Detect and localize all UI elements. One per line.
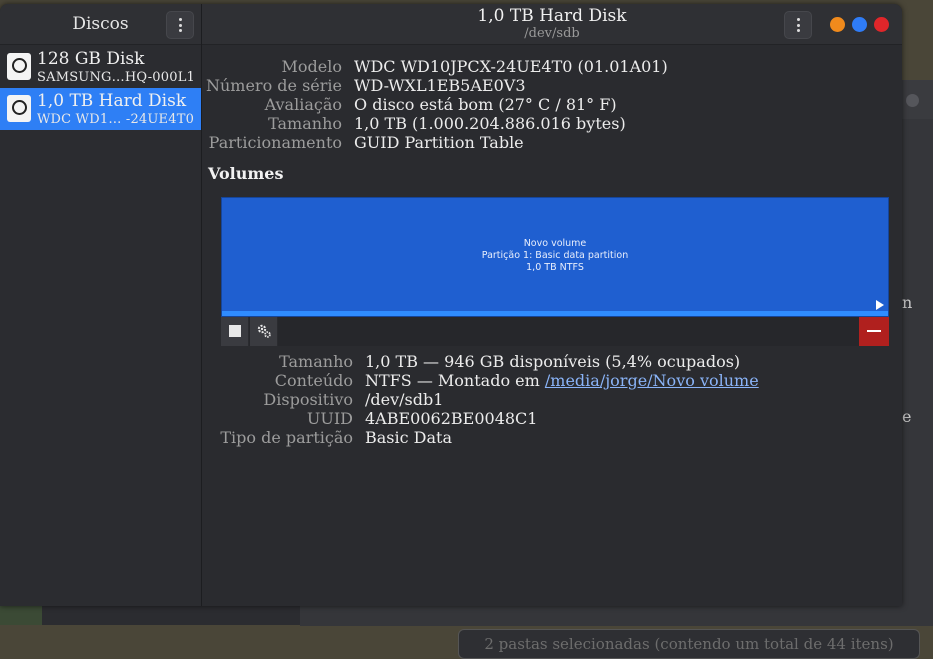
disk-list-item-selected[interactable]: 1,0 TB Hard Disk WDC WD1… -24UE4T0 bbox=[0, 88, 201, 130]
background-bottom-panel bbox=[42, 606, 300, 625]
uuid-label: UUID bbox=[306, 409, 353, 428]
hard-disk-icon bbox=[7, 95, 31, 122]
volume-size-fs: 1,0 TB NTFS bbox=[526, 262, 584, 273]
hard-disk-icon bbox=[7, 53, 31, 80]
stop-icon bbox=[229, 325, 241, 337]
assessment-label: Avaliação bbox=[264, 95, 342, 114]
volume-size-value: 1,0 TB — 946 GB disponíveis (5,4% ocupad… bbox=[365, 352, 741, 371]
vertical-dots-icon bbox=[797, 18, 800, 32]
background-status-bar: 2 pastas selecionadas (contendo um total… bbox=[458, 629, 920, 659]
background-window-control-icon bbox=[906, 94, 919, 107]
model-value: WDC WD10JPCX-24UE4T0 (01.01A01) bbox=[354, 57, 668, 76]
device-value: /dev/sdb1 bbox=[365, 390, 444, 409]
close-button[interactable] bbox=[874, 17, 889, 32]
sidebar-header: Discos bbox=[0, 4, 201, 45]
partitioning-value: GUID Partition Table bbox=[354, 133, 524, 152]
maximize-button[interactable] bbox=[852, 17, 867, 32]
assessment-value: O disco está bom (27° C / 81° F) bbox=[354, 95, 617, 114]
volume-partition-label: Partição 1: Basic data partition bbox=[481, 250, 629, 261]
disk-list-item[interactable]: 128 GB Disk SAMSUNG…HQ-000L1 bbox=[0, 46, 201, 88]
volume-map-partition[interactable]: Novo volume Partição 1: Basic data parti… bbox=[221, 197, 889, 317]
unmount-button[interactable] bbox=[221, 317, 249, 346]
disk-model: WDC WD1… -24UE4T0 bbox=[37, 112, 195, 127]
size-label: Tamanho bbox=[268, 114, 342, 133]
partitioning-label: Particionamento bbox=[208, 133, 342, 152]
partition-options-button[interactable] bbox=[250, 317, 278, 346]
disk-model: SAMSUNG…HQ-000L1 bbox=[37, 70, 196, 85]
content-value: NTFS — Montado em /media/jorge/Novo volu… bbox=[365, 371, 759, 390]
volume-usage-stripe bbox=[222, 311, 888, 316]
disk-name: 128 GB Disk bbox=[37, 49, 145, 69]
minimize-button[interactable] bbox=[830, 17, 845, 32]
serial-label: Número de série bbox=[205, 76, 342, 95]
play-icon bbox=[876, 300, 884, 310]
minus-icon bbox=[867, 330, 881, 332]
vertical-dots-icon bbox=[179, 18, 182, 32]
device-label: Dispositivo bbox=[263, 390, 353, 409]
content-label: Conteúdo bbox=[274, 371, 353, 390]
disk-details-pane: 1,0 TB Hard Disk /dev/sdb Modelo WDC WD1… bbox=[202, 4, 902, 606]
partition-type-label: Tipo de partição bbox=[220, 428, 353, 447]
volume-name: Novo volume bbox=[523, 238, 587, 249]
volumes-heading: Volumes bbox=[208, 164, 284, 183]
delete-partition-button[interactable] bbox=[859, 317, 889, 346]
sidebar: Discos 128 GB Disk SAMSUNG…HQ-000L1 1,0 … bbox=[0, 4, 202, 606]
background-text-fragment: e bbox=[902, 407, 912, 426]
partition-type-value: Basic Data bbox=[365, 428, 453, 447]
disks-window: Discos 128 GB Disk SAMSUNG…HQ-000L1 1,0 … bbox=[0, 4, 902, 606]
background-text-fragment: n bbox=[902, 293, 913, 312]
volume-size-label: Tamanho bbox=[279, 352, 353, 371]
volume-toolbar bbox=[221, 317, 889, 346]
serial-value: WD-WXL1EB5AE0V3 bbox=[354, 76, 526, 95]
model-label: Modelo bbox=[281, 57, 342, 76]
size-value: 1,0 TB (1.000.204.886.016 bytes) bbox=[354, 114, 626, 133]
mount-point-link[interactable]: /media/jorge/Novo volume bbox=[545, 371, 759, 390]
sidebar-menu-button[interactable] bbox=[166, 11, 194, 39]
gears-icon bbox=[257, 324, 271, 338]
uuid-value: 4ABE0062BE0048C1 bbox=[365, 409, 538, 428]
disk-name: 1,0 TB Hard Disk bbox=[37, 91, 187, 111]
header-bar: 1,0 TB Hard Disk /dev/sdb bbox=[202, 4, 902, 45]
content-type-text: NTFS — Montado em bbox=[365, 371, 545, 390]
drive-menu-button[interactable] bbox=[784, 11, 812, 39]
desktop-wallpaper bbox=[0, 606, 42, 625]
